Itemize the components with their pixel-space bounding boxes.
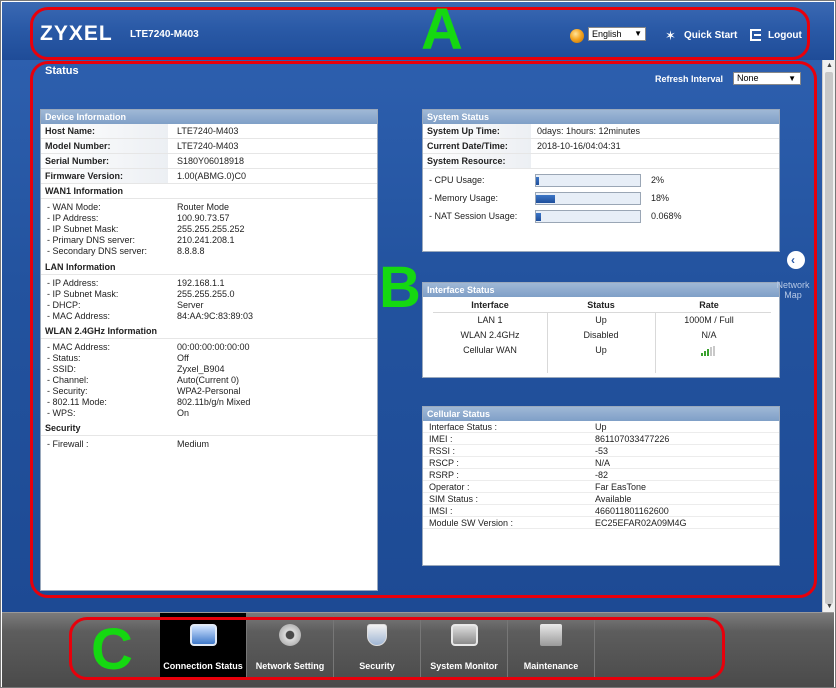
annotation-box-b [30,61,817,598]
app-window: ZYXEL LTE7240-M403 English ▼ ✶ Quick Sta… [0,0,836,688]
annotation-letter-a: A [421,0,463,62]
annotation-letter-b: B [379,255,421,320]
annotation-letter-c: C [91,617,133,682]
scroll-thumb[interactable] [825,72,833,604]
annotation-box-c [69,617,725,680]
scroll-up-arrow-icon[interactable]: ▲ [826,62,833,69]
scroll-down-arrow-icon[interactable]: ▼ [826,603,833,610]
vertical-scrollbar[interactable]: ▲ ▼ [822,60,835,612]
annotation-box-a [30,7,810,60]
